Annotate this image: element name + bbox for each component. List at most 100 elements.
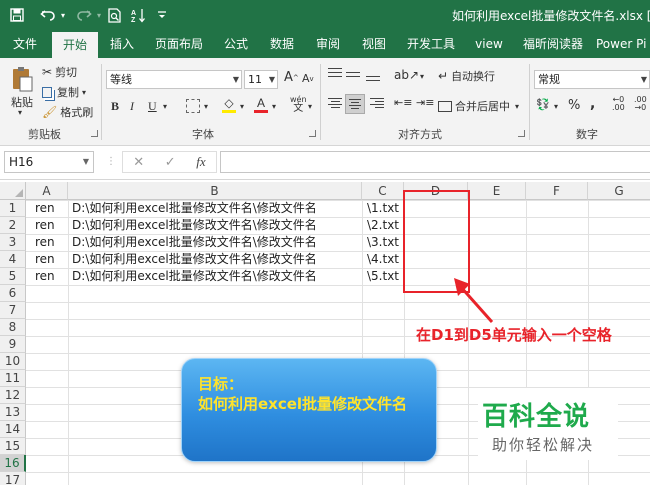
sort-icon[interactable]: AZ (130, 6, 148, 24)
tab-view-addin[interactable]: view (466, 30, 512, 58)
border-icon[interactable] (186, 99, 200, 113)
format-painter-button[interactable]: 🖌 格式刷 (42, 104, 93, 120)
align-middle-icon[interactable] (346, 72, 360, 77)
phonetic-icon[interactable]: wén 文 (290, 95, 307, 114)
customize-icon[interactable] (155, 6, 169, 24)
wrap-text-button[interactable]: ↵ 自动换行 (438, 68, 495, 84)
row-header[interactable]: 6 (0, 285, 26, 302)
currency-dropdown-icon[interactable]: ▾ (554, 102, 558, 111)
cell-b5[interactable]: D:\如何利用excel批量修改文件名\修改文件名 (69, 268, 317, 285)
row-header[interactable]: 8 (0, 319, 26, 336)
column-header-b[interactable]: B (68, 182, 362, 200)
tab-page-layout[interactable]: 页面布局 (146, 30, 212, 58)
cell-b1[interactable]: D:\如何利用excel批量修改文件名\修改文件名 (69, 200, 317, 217)
font-launcher-icon[interactable] (309, 130, 316, 137)
formula-input[interactable] (220, 151, 650, 173)
number-format-select[interactable]: 常规 ▼ (534, 70, 650, 89)
row-header[interactable]: 11 (0, 370, 26, 387)
column-header-e[interactable]: E (468, 182, 526, 200)
underline-button[interactable]: U (148, 99, 157, 114)
print-preview-icon[interactable] (106, 6, 124, 24)
grow-font-button[interactable]: A ^ (284, 70, 299, 85)
name-box[interactable]: H16 ▼ (4, 151, 94, 173)
row-header[interactable]: 1 (0, 200, 26, 217)
cell-c5[interactable]: \5.txt (364, 268, 399, 285)
font-color-dropdown-icon[interactable]: ▾ (272, 102, 276, 111)
align-right-icon[interactable] (370, 98, 384, 108)
decrease-indent-icon[interactable]: ⇤≡ (394, 96, 412, 109)
orientation-icon[interactable]: ab↗ (394, 68, 419, 82)
cell-c1[interactable]: \1.txt (364, 200, 399, 217)
align-left-icon[interactable] (328, 98, 342, 108)
fill-color-dropdown-icon[interactable]: ▾ (240, 102, 244, 111)
tab-developer[interactable]: 开发工具 (398, 30, 464, 58)
row-header[interactable]: 17 (0, 472, 26, 485)
row-header[interactable]: 12 (0, 387, 26, 404)
cancel-icon[interactable]: ✕ (133, 155, 144, 170)
align-top-icon[interactable] (328, 68, 342, 77)
cell-b2[interactable]: D:\如何利用excel批量修改文件名\修改文件名 (69, 217, 317, 234)
cell-c3[interactable]: \3.txt (364, 234, 399, 251)
font-size-select[interactable]: 11 ▼ (244, 70, 278, 89)
tab-review[interactable]: 审阅 (306, 30, 350, 58)
row-header[interactable]: 9 (0, 336, 26, 353)
select-all-button[interactable] (0, 182, 26, 200)
row-header[interactable]: 2 (0, 217, 26, 234)
tab-foxit-reader[interactable]: 福昕阅读器 (514, 30, 592, 58)
insert-function-icon[interactable]: fx (196, 154, 205, 170)
underline-dropdown-icon[interactable]: ▾ (163, 102, 167, 111)
phonetic-dropdown-icon[interactable]: ▾ (308, 102, 312, 111)
redo-icon[interactable] (74, 6, 94, 24)
redo-dropdown-icon[interactable]: ▾ (94, 6, 104, 24)
percent-button[interactable]: % (568, 98, 580, 113)
paste-dropdown-icon[interactable]: ▾ (18, 108, 22, 117)
cell-a2[interactable]: ren (32, 217, 55, 234)
increase-indent-icon[interactable]: ⇥≡ (416, 96, 434, 109)
column-header-a[interactable]: A (26, 182, 68, 200)
border-dropdown-icon[interactable]: ▾ (204, 102, 208, 111)
decrease-decimal-icon[interactable]: .00 →0 (634, 96, 647, 112)
cell-b4[interactable]: D:\如何利用excel批量修改文件名\修改文件名 (69, 251, 317, 268)
save-icon[interactable] (8, 6, 26, 24)
row-header[interactable]: 4 (0, 251, 26, 268)
column-header-f[interactable]: F (526, 182, 588, 200)
shrink-font-button[interactable]: Av (302, 72, 314, 85)
font-name-select[interactable]: 等线 ▼ (106, 70, 242, 89)
cut-button[interactable]: ✂ 剪切 (42, 64, 77, 80)
cell-a3[interactable]: ren (32, 234, 55, 251)
italic-button[interactable]: I (130, 99, 134, 114)
tab-file[interactable]: 文件 (0, 30, 50, 58)
undo-icon[interactable] (38, 6, 58, 24)
row-header-selected[interactable]: 16 (0, 455, 26, 472)
orientation-dropdown-icon[interactable]: ▾ (420, 72, 424, 81)
align-center-icon[interactable] (345, 94, 365, 114)
font-color-icon[interactable]: A (254, 96, 268, 113)
merge-center-button[interactable]: 合并后居中 ▾ (438, 98, 519, 114)
fill-color-icon[interactable]: ◇ (222, 96, 236, 113)
row-header[interactable]: 5 (0, 268, 26, 285)
row-header[interactable]: 7 (0, 302, 26, 319)
tab-view[interactable]: 视图 (352, 30, 396, 58)
tab-data[interactable]: 数据 (260, 30, 304, 58)
currency-icon[interactable]: 💱 (536, 98, 550, 111)
row-header[interactable]: 10 (0, 353, 26, 370)
clipboard-launcher-icon[interactable] (91, 130, 98, 137)
cell-b3[interactable]: D:\如何利用excel批量修改文件名\修改文件名 (69, 234, 317, 251)
column-header-g[interactable]: G (588, 182, 650, 200)
cell-c2[interactable]: \2.txt (364, 217, 399, 234)
alignment-launcher-icon[interactable] (518, 130, 525, 137)
comma-button[interactable]: , (590, 96, 595, 112)
cell-a4[interactable]: ren (32, 251, 55, 268)
cell-a1[interactable]: ren (32, 200, 55, 217)
row-header[interactable]: 15 (0, 438, 26, 455)
undo-dropdown-icon[interactable]: ▾ (58, 6, 68, 24)
tab-formulas[interactable]: 公式 (214, 30, 258, 58)
bold-button[interactable]: B (111, 99, 119, 114)
tab-home[interactable]: 开始 (52, 32, 98, 58)
align-bottom-icon[interactable] (366, 76, 380, 81)
row-header[interactable]: 3 (0, 234, 26, 251)
row-header[interactable]: 13 (0, 404, 26, 421)
tab-power-pivot[interactable]: Power Pi (596, 30, 650, 58)
cell-a5[interactable]: ren (32, 268, 55, 285)
row-header[interactable]: 14 (0, 421, 26, 438)
